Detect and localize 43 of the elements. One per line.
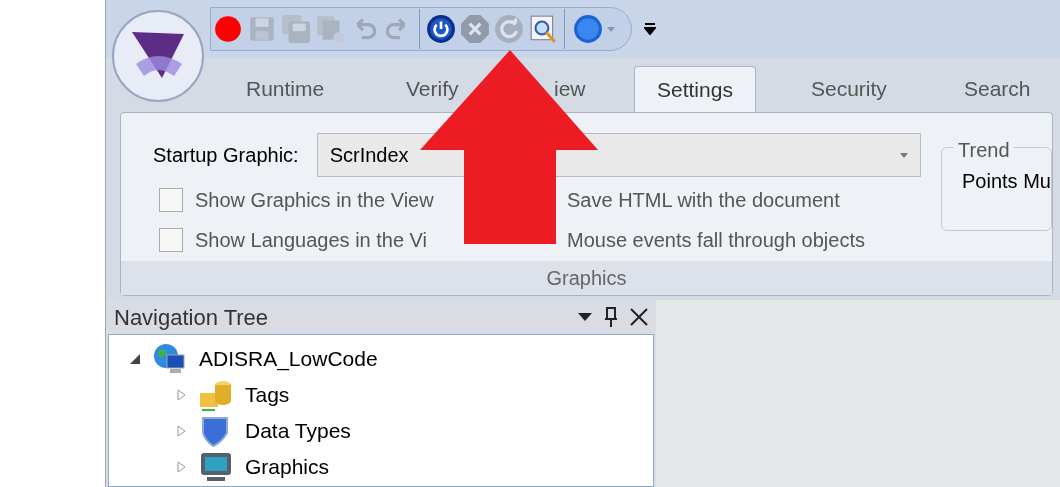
trend-text: Points Mu (962, 170, 1051, 192)
save-icon (247, 14, 277, 44)
tree-label: Graphics (245, 454, 330, 481)
customize-icon[interactable] (644, 23, 656, 35)
tree-label: ADISRA_LowCode (199, 346, 378, 373)
tree-item[interactable]: Data Types (129, 413, 653, 449)
refresh-icon (494, 14, 524, 44)
ribbon-tab[interactable]: Runtime (246, 66, 325, 112)
panel-title: Navigation Tree (114, 303, 269, 332)
caret-icon (900, 152, 908, 158)
checkbox-label: Mouse events fall through objects (567, 228, 865, 253)
close-icon[interactable] (630, 308, 648, 326)
monitor-icon (199, 451, 233, 483)
group-label: Graphics (546, 266, 627, 291)
tree-label: Tags (245, 382, 290, 409)
checkbox[interactable] (159, 188, 183, 212)
stop-icon (460, 14, 490, 44)
ribbon-tab[interactable]: Search (964, 66, 1031, 112)
caret-icon (607, 26, 615, 32)
database-folder-icon (199, 379, 233, 411)
ribbon-tab[interactable]: iew (554, 66, 586, 112)
ribbon-tab[interactable]: Security (811, 66, 887, 112)
tree-item[interactable]: Tags (129, 377, 653, 413)
power-icon (426, 14, 456, 44)
document-stack-icon (315, 14, 345, 44)
ribbon-tab[interactable]: Verify (406, 66, 459, 112)
checkbox-label: Show Languages in the Vi (195, 228, 428, 253)
dropdown-icon[interactable] (578, 313, 592, 321)
field-label: Startup Graphic: (153, 143, 299, 168)
tree-item[interactable]: Graphics (129, 449, 653, 485)
globe-computer-icon (153, 343, 187, 375)
tree-item[interactable]: ADISRA_LowCode (129, 341, 653, 377)
save-all-icon (281, 14, 311, 44)
checkbox-label: Save HTML with the document (567, 188, 840, 213)
record-icon (213, 14, 243, 44)
pin-icon[interactable] (604, 307, 618, 327)
tree-label: Data Types (245, 418, 351, 445)
dropdown-value: ScrIndex (329, 143, 409, 168)
checkbox-label: Show Graphics in the View (195, 188, 434, 213)
ribbon-tab[interactable]: Settings (634, 66, 756, 112)
checkbox[interactable] (159, 228, 183, 252)
expander-icon[interactable] (129, 353, 141, 365)
magnifier-icon (528, 14, 558, 44)
